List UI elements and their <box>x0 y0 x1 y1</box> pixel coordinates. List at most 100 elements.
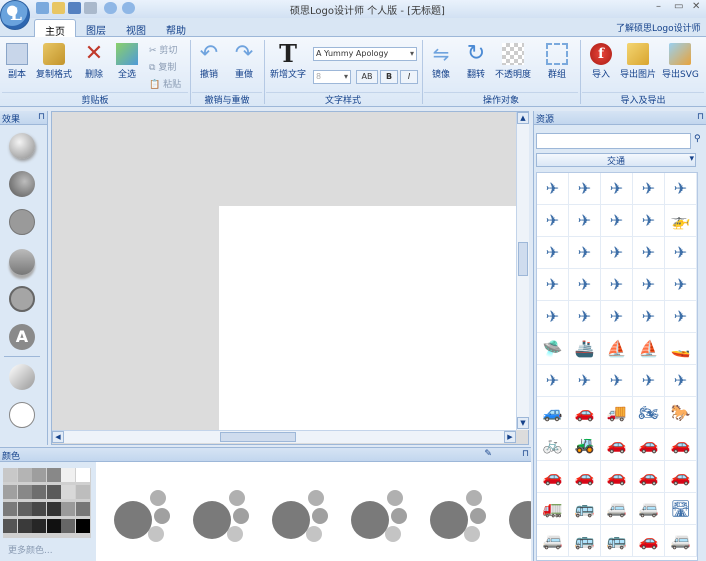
resource-icon-cell[interactable]: ✈ <box>569 237 601 269</box>
scroll-right-icon[interactable]: ▶ <box>504 431 516 443</box>
color-swatch[interactable] <box>61 485 75 499</box>
resource-icon-cell[interactable]: ✈ <box>665 301 697 333</box>
italic-button[interactable]: I <box>400 70 418 84</box>
resource-icon-cell[interactable]: ✈ <box>569 205 601 237</box>
open-file-icon[interactable] <box>52 2 65 14</box>
resource-icon-cell[interactable]: ✈ <box>537 237 569 269</box>
resource-icon-cell[interactable]: ✈ <box>537 205 569 237</box>
color-swatch[interactable] <box>61 468 75 482</box>
effect-outline-button[interactable] <box>9 286 35 312</box>
color-swatch[interactable] <box>75 468 90 482</box>
save-icon[interactable] <box>68 2 81 14</box>
color-swatch[interactable] <box>46 485 61 499</box>
resource-icon-cell[interactable]: 🚢 <box>569 333 601 365</box>
redo-quick-icon[interactable] <box>122 2 135 14</box>
resource-icon-cell[interactable]: ✈ <box>601 205 633 237</box>
scroll-left-icon[interactable]: ◀ <box>52 431 64 443</box>
resource-icon-cell[interactable]: ✈ <box>569 301 601 333</box>
resource-icon-cell[interactable]: 🚗 <box>569 397 601 429</box>
resource-icon-cell[interactable]: 🚐 <box>665 525 697 557</box>
new-text-button[interactable]: T 新增文字 <box>270 42 306 81</box>
close-button[interactable]: ✕ <box>692 1 700 12</box>
resource-icon-cell[interactable]: ✈ <box>537 301 569 333</box>
undo-button[interactable]: ↶ 撤销 <box>198 43 220 81</box>
color-combo-item[interactable] <box>114 486 176 548</box>
resource-icon-cell[interactable]: ✈ <box>665 365 697 397</box>
resource-icon-cell[interactable]: ✈ <box>601 173 633 205</box>
resource-icon-cell[interactable]: ✈ <box>601 269 633 301</box>
more-colors-link[interactable]: 更多颜色... <box>8 543 53 556</box>
resource-icon-cell[interactable]: 🚲 <box>537 429 569 461</box>
resource-icon-cell[interactable]: ✈ <box>665 237 697 269</box>
color-swatch[interactable] <box>32 468 46 482</box>
format-painter-button[interactable]: 复制格式 <box>36 43 72 80</box>
scroll-up-icon[interactable]: ▲ <box>517 112 529 124</box>
resource-icon-cell[interactable]: 🚗 <box>569 461 601 493</box>
resource-icon-cell[interactable]: 🚁 <box>665 205 697 237</box>
print-icon[interactable] <box>84 2 97 14</box>
category-select[interactable]: 交通 ▾ <box>536 153 696 167</box>
resource-icon-cell[interactable]: 🚗 <box>665 461 697 493</box>
effect-shadow-button[interactable] <box>9 133 35 159</box>
resource-icon-cell[interactable]: ✈ <box>665 173 697 205</box>
opacity-button[interactable]: 不透明度 <box>495 43 531 80</box>
resource-icon-cell[interactable]: ✈ <box>633 237 665 269</box>
resource-icon-cell[interactable]: 🚗 <box>601 429 633 461</box>
color-combo-item[interactable] <box>272 486 334 548</box>
color-swatch[interactable] <box>3 485 17 499</box>
eyedropper-icon[interactable]: ✎ <box>484 449 492 459</box>
resource-icon-cell[interactable]: ✈ <box>537 173 569 205</box>
effect-none-button[interactable] <box>9 402 35 428</box>
color-swatch[interactable] <box>75 502 90 516</box>
color-swatch[interactable] <box>46 519 61 533</box>
resource-icon-cell[interactable]: ✈ <box>601 237 633 269</box>
undo-quick-icon[interactable] <box>104 2 117 14</box>
color-swatch[interactable] <box>17 519 32 533</box>
resource-icon-cell[interactable]: 🚗 <box>633 525 665 557</box>
font-select[interactable]: A Yummy Apology ▾ <box>313 47 417 61</box>
resource-icon-cell[interactable]: 🐎 <box>665 397 697 429</box>
resource-icon-cell[interactable]: 🚙 <box>537 397 569 429</box>
resource-icon-cell[interactable]: ⛵ <box>601 333 633 365</box>
resource-icon-cell[interactable]: ✈ <box>633 173 665 205</box>
redo-button[interactable]: ↷ 重做 <box>233 43 255 81</box>
app-logo-icon[interactable]: L <box>0 0 30 30</box>
resource-icon-cell[interactable]: ✈ <box>633 205 665 237</box>
copy-object-button[interactable]: 副本 <box>6 43 28 80</box>
effect-reflection-button[interactable] <box>9 249 35 275</box>
color-swatch[interactable] <box>46 502 61 516</box>
vertical-scroll-thumb[interactable] <box>518 242 528 276</box>
resource-icon-cell[interactable]: ⛵ <box>633 333 665 365</box>
import-button[interactable]: f 导入 <box>590 43 612 80</box>
color-swatch-grid[interactable] <box>3 468 91 538</box>
horizontal-scrollbar[interactable]: ◀ ▶ <box>52 430 516 443</box>
color-swatch[interactable] <box>17 485 32 499</box>
copy-small-button[interactable]: ⧉ 复制 <box>149 60 176 73</box>
resource-icon-cell[interactable]: 🛣 <box>665 493 697 525</box>
pin-icon[interactable]: ⊓ <box>522 449 529 459</box>
resource-icon-cell[interactable]: ✈ <box>633 365 665 397</box>
resource-icon-cell[interactable]: 🏍 <box>633 397 665 429</box>
color-swatch[interactable] <box>61 502 75 516</box>
mirror-button[interactable]: ⇋ 镜像 <box>430 43 452 80</box>
resource-icon-cell[interactable]: ✈ <box>537 365 569 397</box>
resource-icon-cell[interactable]: 🚤 <box>665 333 697 365</box>
resource-icon-cell[interactable]: ✈ <box>601 365 633 397</box>
effect-flat-button[interactable] <box>9 209 35 235</box>
color-swatch[interactable] <box>3 502 17 516</box>
tab-help[interactable]: 帮助 <box>156 19 196 37</box>
pin-icon[interactable]: ⊓ <box>697 112 704 122</box>
color-swatch[interactable] <box>3 468 17 482</box>
resource-icon-cell[interactable]: ✈ <box>601 301 633 333</box>
color-swatch[interactable] <box>32 485 46 499</box>
resource-icon-cell[interactable]: ✈ <box>569 365 601 397</box>
vertical-scrollbar[interactable]: ▲ ▼ <box>516 112 529 430</box>
tab-view[interactable]: 视图 <box>116 19 156 37</box>
resource-icon-cell[interactable]: 🚜 <box>569 429 601 461</box>
effect-text-button[interactable]: A <box>9 324 35 350</box>
resource-icon-cell[interactable]: 🚌 <box>569 525 601 557</box>
minimize-button[interactable]: – <box>656 1 661 12</box>
search-icon[interactable]: ⚲ <box>694 134 701 144</box>
resource-icon-cell[interactable]: ✈ <box>633 301 665 333</box>
horizontal-scroll-thumb[interactable] <box>220 432 296 442</box>
